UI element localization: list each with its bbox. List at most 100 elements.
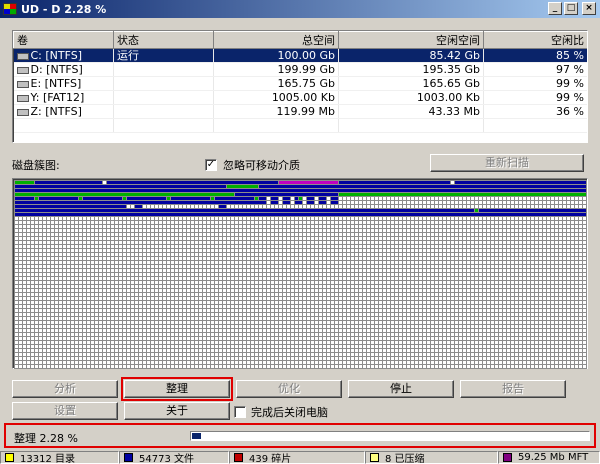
cell-total-text: 199.99 Gb [277, 63, 336, 76]
cell-volume: E: [NTFS] [13, 76, 114, 91]
cell-volume: D: [NTFS] [13, 62, 114, 77]
cell-total: 199.99 Gb [213, 62, 339, 77]
drive-icon [16, 52, 29, 60]
drive-icon [16, 94, 29, 102]
disk-map-label: 磁盘簇图: [12, 159, 60, 172]
volume-row[interactable]: C: [NTFS] 运行 100.00 Gb 85.42 Gb 85 % [13, 48, 587, 63]
cell-total-text: 119.99 Mb [276, 105, 335, 118]
cell-status-text: 运行 [117, 49, 139, 62]
legend-swatch [370, 453, 379, 462]
legend-label: 439 碎片 [249, 454, 292, 464]
cell-total-text: 100.00 Gb [277, 49, 336, 62]
cluster-map-grid [14, 180, 587, 369]
volume-row[interactable]: D: [NTFS] 199.99 Gb 195.35 Gb 97 % [13, 62, 587, 77]
cell-total: 100.00 Gb [213, 48, 339, 63]
cell-percent: 36 % [483, 104, 587, 119]
maximize-button[interactable]: □ [564, 2, 578, 15]
drive-icon [16, 80, 29, 88]
defrag-button[interactable]: 整理 [121, 377, 233, 401]
legend-label: 54773 文件 [139, 454, 194, 464]
progress-bar [190, 431, 590, 441]
cell-total: 165.75 Gb [213, 76, 339, 91]
settings-button[interactable]: 设置 [12, 402, 118, 420]
cell-percent-text: 99 % [556, 77, 584, 90]
legend-status-bar: 13312 目录 54773 文件 439 碎片 8 已压缩 59.25 Mb MFT [0, 451, 600, 464]
cluster-map [12, 178, 588, 369]
cell-free-text: 165.65 Gb [422, 77, 481, 90]
legend-item: 54773 文件 [119, 451, 229, 464]
legend-item: 439 碎片 [229, 451, 365, 464]
column-header-volume[interactable]: 卷 [13, 31, 114, 49]
analyze-button[interactable]: 分析 [12, 380, 118, 398]
close-button[interactable]: × [582, 2, 596, 15]
app-icon [3, 3, 17, 15]
legend-swatch [124, 453, 133, 462]
legend-item: 8 已压缩 [365, 451, 498, 464]
cell-free: 165.65 Gb [338, 76, 484, 91]
cell-free: 195.35 Gb [338, 62, 484, 77]
cell-total-text: 1005.00 Kb [271, 91, 335, 104]
cell-percent: 97 % [483, 62, 587, 77]
cell-free: 85.42 Gb [338, 48, 484, 63]
minimize-icon: _ [552, 3, 558, 13]
volume-list[interactable]: 卷 状态 总空间 空闲空间 空闲比 C: [NTFS] 运行 100.00 Gb 85… [12, 30, 588, 143]
cell-total-text: 165.75 Gb [277, 77, 336, 90]
cell-total: 119.99 Mb [213, 104, 339, 119]
legend-swatch [234, 453, 243, 462]
column-header-status[interactable]: 状态 [113, 31, 214, 49]
progress-fill [192, 433, 202, 439]
column-header-free[interactable]: 空闲空间 [338, 31, 484, 49]
maximize-icon: □ [566, 3, 576, 13]
cell-volume: C: [NTFS] [13, 48, 114, 63]
column-header-total[interactable]: 总空间 [213, 31, 339, 49]
legend-label: 13312 目录 [20, 454, 75, 464]
cell-percent: 99 % [483, 76, 587, 91]
cell-total: 1005.00 Kb [213, 90, 339, 105]
report-button[interactable]: 报告 [460, 380, 566, 398]
close-icon: × [585, 3, 593, 13]
legend-item: 13312 目录 [0, 451, 119, 464]
volume-row[interactable]: E: [NTFS] 165.75 Gb 165.65 Gb 99 % [13, 76, 587, 91]
empty-row [13, 118, 587, 133]
legend-swatch [5, 453, 14, 462]
drive-icon [16, 108, 29, 116]
legend-label: 59.25 Mb MFT [518, 452, 589, 463]
about-button[interactable]: 关于 [124, 402, 230, 420]
cell-free-text: 195.35 Gb [422, 63, 481, 76]
cell-status [113, 90, 214, 105]
rescan-button[interactable]: 重新扫描 [430, 154, 584, 172]
ignore-removable-label: 忽略可移动介质 [223, 159, 300, 172]
cell-status [113, 104, 214, 119]
volume-row[interactable]: Z: [NTFS] 119.99 Mb 43.33 Mb 36 % [13, 104, 587, 119]
title-bar[interactable]: UD - D 2.28 % _ □ × [0, 0, 600, 18]
cell-volume-text: C: [NTFS] [30, 49, 83, 62]
cell-volume-text: E: [NTFS] [30, 77, 82, 90]
ignore-removable-checkbox[interactable]: ✓ 忽略可移动介质 [205, 157, 300, 173]
legend-item: 59.25 Mb MFT [498, 451, 600, 464]
legend-label: 8 已压缩 [385, 454, 425, 464]
cell-status [113, 76, 214, 91]
cell-percent: 99 % [483, 90, 587, 105]
checkbox-box[interactable] [234, 406, 246, 418]
cell-percent-text: 97 % [556, 63, 584, 76]
cell-free-text: 43.33 Mb [428, 105, 480, 118]
cell-free: 43.33 Mb [338, 104, 484, 119]
checkbox-box[interactable]: ✓ [205, 159, 217, 171]
cell-status: 运行 [113, 48, 214, 63]
volume-row[interactable]: Y: [FAT12] 1005.00 Kb 1003.00 Kb 99 % [13, 90, 587, 105]
cell-volume-text: Z: [NTFS] [30, 105, 82, 118]
drive-icon [16, 66, 29, 74]
stop-button[interactable]: 停止 [348, 380, 454, 398]
cell-free-text: 1003.00 Kb [416, 91, 480, 104]
status-text: 整理 2.28 % [14, 432, 78, 445]
column-header-percent[interactable]: 空闲比 [483, 31, 587, 49]
cell-volume: Y: [FAT12] [13, 90, 114, 105]
cell-free-text: 85.42 Gb [429, 49, 481, 62]
shutdown-checkbox[interactable]: 完成后关闭电脑 [234, 404, 328, 420]
cell-percent-text: 85 % [556, 49, 584, 62]
legend-swatch [503, 453, 512, 462]
optimize-button[interactable]: 优化 [236, 380, 342, 398]
cell-volume-text: D: [NTFS] [30, 63, 83, 76]
window-title: UD - D 2.28 % [21, 2, 107, 16]
minimize-button[interactable]: _ [548, 2, 562, 15]
